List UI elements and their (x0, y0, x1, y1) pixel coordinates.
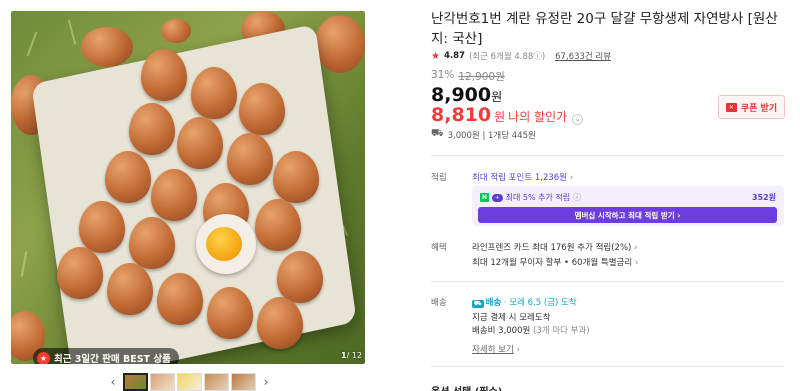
best-seller-badge: ★ 최근 3일간 판매 BEST 상품 (33, 348, 179, 364)
benefit-card-line[interactable]: 라인프렌즈 카드 최대 176원 추가 적립(2%) › (472, 241, 637, 253)
delivery-date: 모레 6.5 (금) 도착 (509, 298, 577, 308)
sale-price: 8,900원 (431, 84, 503, 106)
image-page-counter: 1/ 12 (341, 351, 362, 360)
thumbnail-4[interactable] (204, 373, 229, 391)
delivery-fee: 배송비 3,000원 (3개 마다 부과) (472, 326, 590, 336)
npay-plus-icon: + (492, 193, 503, 202)
divider (431, 155, 784, 156)
product-main-image[interactable]: ★ 최근 3일간 판매 BEST 상품 1/ 12 (11, 11, 365, 364)
review-count-link[interactable]: 67,633건 리뷰 (555, 50, 611, 62)
info-icon[interactable]: ⓘ (533, 52, 542, 62)
delivery-note: 지금 결제 시 모레도착 (472, 313, 551, 323)
rating-value: 4.87 (443, 51, 465, 61)
egg-yolk (206, 227, 242, 261)
discount-row: 31% 12,900원 (431, 69, 505, 84)
npay-row: N + 최대 5% 추가 적립 ⓘ (480, 192, 581, 203)
delivery-date-line: ⛟ 배송 · 모레 6.5 (금) 도착 (472, 298, 577, 308)
benefits-label: 혜택 (431, 243, 447, 253)
coupon-button[interactable]: ✕ 쿠폰 받기 (718, 95, 785, 119)
delivery-label: 배송 (431, 298, 447, 308)
discount-rate: 31% (431, 69, 455, 81)
thumbnail-5[interactable] (231, 373, 256, 391)
thumbnail-2[interactable] (150, 373, 175, 391)
my-discount-price[interactable]: 8,810 원 나의 할인가 ⌄ (431, 104, 584, 126)
star-icon: ★ (431, 50, 440, 62)
best-badge-text: 최근 3일간 판매 BEST 상품 (54, 354, 171, 364)
npay-n-icon: N (480, 193, 490, 202)
best-icon: ★ (37, 351, 50, 364)
delivery-truck-icon: ⛟ (472, 300, 484, 308)
chevron-down-icon[interactable]: ⌄ (572, 113, 584, 125)
option-select-label[interactable]: 옵션 선택 (필수) (431, 383, 502, 391)
npay-points-box: N + 최대 5% 추가 적립 ⓘ 352원 멤버십 시작하고 최대 적립 받기… (472, 186, 784, 226)
my-price-value: 8,810 (431, 104, 492, 126)
rating-recent: (최근 6개월 4.88ⓘ) (468, 52, 546, 62)
membership-button[interactable]: 멤버십 시작하고 최대 적립 받기 › (478, 207, 777, 223)
thumbnail-1[interactable] (123, 373, 148, 391)
thumb-prev-icon[interactable]: ‹ (105, 375, 121, 389)
truck-icon: ⛟ (431, 128, 444, 139)
delivery-detail-link[interactable]: 자세히 보기 › (472, 343, 520, 355)
divider (431, 366, 784, 367)
benefit-installment-line[interactable]: 최대 12개월 무이자 할부 • 60개월 특별금리 › (472, 256, 638, 268)
my-price-label: 나의 할인가 (508, 110, 568, 124)
delivery-badge: ⛟ 배송 (472, 298, 502, 308)
thumbnail-3[interactable] (177, 373, 202, 391)
thumb-next-icon[interactable]: › (258, 375, 274, 389)
original-price: 12,900원 (458, 71, 505, 83)
shipping-summary: ⛟ 3,000원 | 1개당 445원 (431, 128, 536, 141)
npay-points-value: 352원 (751, 193, 776, 202)
rating-row: ★ 4.87 (최근 6개월 4.88ⓘ) 67,633건 리뷰 (431, 50, 611, 63)
npay-text: 최대 5% 추가 적립 (505, 193, 571, 202)
points-label: 적립 (431, 173, 447, 183)
product-title: 난각번호1번 계란 유정란 20구 달걀 무항생제 자연방사 [원산지: 국산] (431, 11, 778, 47)
shipping-text: 3,000원 | 1개당 445원 (447, 130, 536, 141)
max-points-link[interactable]: 최대 적립 포인트 1,236원 › (472, 171, 573, 183)
coupon-icon: ✕ (725, 102, 737, 112)
divider (431, 281, 784, 282)
thumbnail-strip: ‹ › (105, 373, 274, 391)
info-icon[interactable]: ⓘ (573, 192, 581, 203)
